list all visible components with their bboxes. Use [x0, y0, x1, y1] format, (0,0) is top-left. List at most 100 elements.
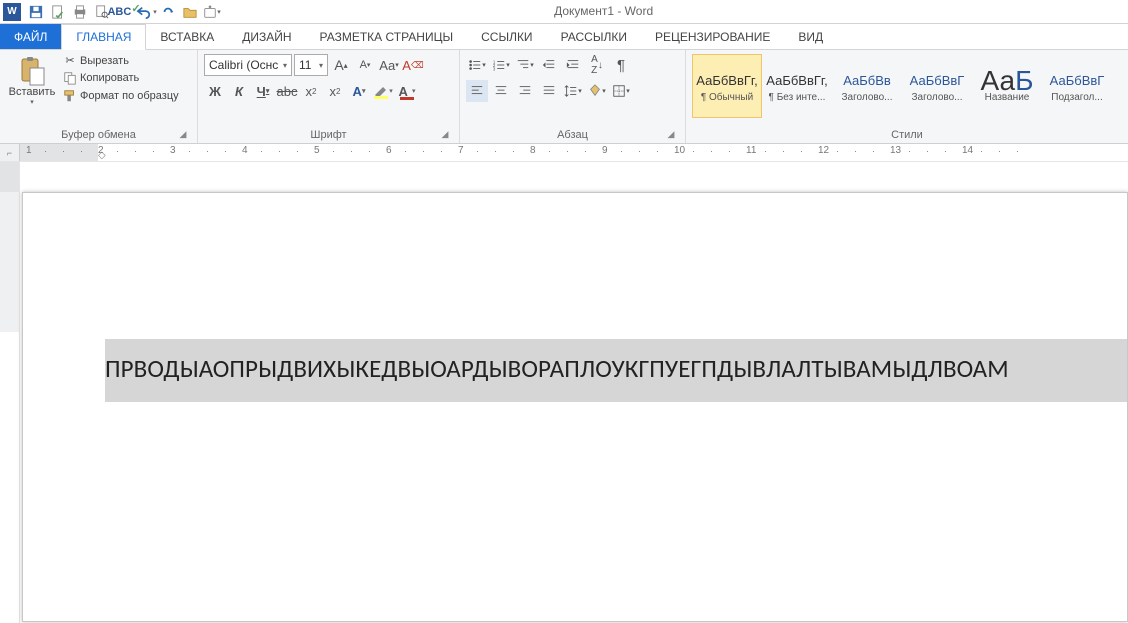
bullets-button[interactable]: ▾	[466, 54, 488, 76]
superscript-button[interactable]: x2	[324, 80, 346, 102]
ruler-number: 8	[530, 145, 536, 156]
style-item-0[interactable]: АаБбВвГг,¶ Обычный	[692, 54, 762, 118]
italic-button[interactable]: К	[228, 80, 250, 102]
shading-button[interactable]: ▾	[586, 80, 608, 102]
copy-label: Копировать	[80, 72, 139, 84]
group-styles: АаБбВвГг,¶ ОбычныйАаБбВвГг,¶ Без инте...…	[686, 50, 1128, 143]
format-painter-icon	[62, 89, 78, 103]
style-item-3[interactable]: АаБбВвГЗаголово...	[902, 54, 972, 118]
tab-review[interactable]: РЕЦЕНЗИРОВАНИЕ	[641, 24, 784, 49]
text-effects-button[interactable]: A▾	[348, 80, 370, 102]
style-item-5[interactable]: АаБбВвГПодзагол...	[1042, 54, 1112, 118]
ruler-tick: ·	[188, 146, 191, 156]
horizontal-ruler[interactable]: ◇ 1···2···3···4···5···6···7···8···9···10…	[20, 144, 1128, 161]
style-item-2[interactable]: АаБбВвЗаголово...	[832, 54, 902, 118]
font-name-combo[interactable]: Calibri (Оснс ▾	[204, 54, 292, 76]
tab-layout[interactable]: РАЗМЕТКА СТРАНИЦЫ	[306, 24, 468, 49]
ruler-tick: ·	[638, 146, 641, 156]
group-styles-label: Стили	[692, 127, 1122, 143]
open-folder-icon[interactable]	[179, 2, 201, 22]
cut-button[interactable]: ✂ Вырезать	[62, 54, 179, 67]
ruler-tick: ·	[926, 146, 929, 156]
decrease-indent-button[interactable]	[538, 54, 560, 76]
font-launcher-icon[interactable]: ◢	[439, 129, 451, 141]
font-color-button[interactable]: A ▾	[396, 80, 418, 102]
ruler-tick: ·	[944, 146, 947, 156]
scissors-icon: ✂	[62, 54, 78, 67]
change-case-button[interactable]: Aa▾	[378, 54, 400, 76]
ruler-tick: ·	[710, 146, 713, 156]
ruler-tick: ·	[152, 146, 155, 156]
ruler-tick: ·	[584, 146, 587, 156]
highlight-button[interactable]: ▾	[372, 80, 394, 102]
tab-design[interactable]: ДИЗАЙН	[228, 24, 305, 49]
show-marks-button[interactable]: ¶	[610, 54, 632, 76]
increase-indent-button[interactable]	[562, 54, 584, 76]
sort-button[interactable]: AZ↓	[586, 54, 608, 76]
ruler-number: 4	[242, 145, 248, 156]
align-center-button[interactable]	[490, 80, 512, 102]
vertical-ruler[interactable]	[0, 162, 20, 623]
underline-button[interactable]: Ч▾	[252, 80, 274, 102]
ruler-area: ⌐ ◇ 1···2···3···4···5···6···7···8···9···…	[0, 144, 1128, 162]
quick-print-icon[interactable]	[69, 2, 91, 22]
line-spacing-button[interactable]: ▾	[562, 80, 584, 102]
numbering-button[interactable]: 123▾	[490, 54, 512, 76]
style-item-4[interactable]: АаБНазвание	[972, 54, 1042, 118]
subscript-button[interactable]: x2	[300, 80, 322, 102]
ribbon: Вставить ▾ ✂ Вырезать Копировать	[0, 50, 1128, 144]
style-item-1[interactable]: АаБбВвГг,¶ Без инте...	[762, 54, 832, 118]
ruler-tick: ·	[494, 146, 497, 156]
save-icon[interactable]	[25, 2, 47, 22]
clear-formatting-button[interactable]: A⌫	[402, 54, 424, 76]
ruler-number: 6	[386, 145, 392, 156]
ruler-number: 1	[26, 145, 32, 156]
tab-insert[interactable]: ВСТАВКА	[146, 24, 228, 49]
svg-text:3: 3	[493, 66, 496, 71]
redo-icon[interactable]	[157, 2, 179, 22]
tab-view[interactable]: ВИД	[784, 24, 837, 49]
paragraph-launcher-icon[interactable]: ◢	[665, 129, 677, 141]
align-right-button[interactable]	[514, 80, 536, 102]
align-left-button[interactable]	[466, 80, 488, 102]
copy-button[interactable]: Копировать	[62, 71, 179, 85]
font-size-value: 11	[299, 58, 311, 72]
ruler-number: 9	[602, 145, 608, 156]
tab-references[interactable]: ССЫЛКИ	[467, 24, 546, 49]
format-painter-button[interactable]: Формат по образцу	[62, 89, 179, 103]
clipboard-launcher-icon[interactable]: ◢	[177, 129, 189, 141]
tab-home[interactable]: ГЛАВНАЯ	[61, 24, 146, 50]
paste-button[interactable]: Вставить ▾	[6, 54, 58, 108]
ruler-tick: ·	[44, 146, 47, 156]
spellcheck-icon[interactable]: ABC✓	[113, 2, 135, 22]
bold-button[interactable]: Ж	[204, 80, 226, 102]
touch-mode-icon[interactable]: ▾	[201, 2, 223, 22]
group-clipboard: Вставить ▾ ✂ Вырезать Копировать	[0, 50, 198, 143]
styles-gallery[interactable]: АаБбВвГг,¶ ОбычныйАаБбВвГг,¶ Без инте...…	[692, 54, 1112, 118]
justify-button[interactable]	[538, 80, 560, 102]
grow-font-button[interactable]: A▴	[330, 54, 352, 76]
ruler-tick: ·	[782, 146, 785, 156]
ruler-tick: ·	[908, 146, 911, 156]
ribbon-tabs: ФАЙЛ ГЛАВНАЯ ВСТАВКА ДИЗАЙН РАЗМЕТКА СТР…	[0, 24, 1128, 50]
document-page[interactable]: ПРВОДЫАОПРЫДВИХЫКЕДВЫОАРДЫВОРАПЛОУКГПУЕГ…	[22, 192, 1128, 622]
font-size-combo[interactable]: 11 ▾	[294, 54, 328, 76]
copy-icon	[62, 71, 78, 85]
shrink-font-button[interactable]: A▾	[354, 54, 376, 76]
ruler-corner[interactable]: ⌐	[0, 144, 20, 161]
ruler-number: 2	[98, 145, 104, 156]
multilevel-list-button[interactable]: ▾	[514, 54, 536, 76]
ruler-tick: ·	[440, 146, 443, 156]
ruler-tick: ·	[998, 146, 1001, 156]
borders-button[interactable]: ▾	[610, 80, 632, 102]
selected-text[interactable]: ПРВОДЫАОПРЫДВИХЫКЕДВЫОАРДЫВОРАПЛОУКГПУЕГ…	[105, 339, 1127, 402]
tab-file[interactable]: ФАЙЛ	[0, 24, 61, 49]
ruler-tick: ·	[62, 146, 65, 156]
ruler-tick: ·	[80, 146, 83, 156]
ruler-tick: ·	[566, 146, 569, 156]
chevron-down-icon: ▾	[283, 61, 287, 70]
tab-mailings[interactable]: РАССЫЛКИ	[547, 24, 641, 49]
new-doc-icon[interactable]	[47, 2, 69, 22]
strikethrough-button[interactable]: abc	[276, 80, 298, 102]
ruler-number: 13	[890, 145, 901, 156]
